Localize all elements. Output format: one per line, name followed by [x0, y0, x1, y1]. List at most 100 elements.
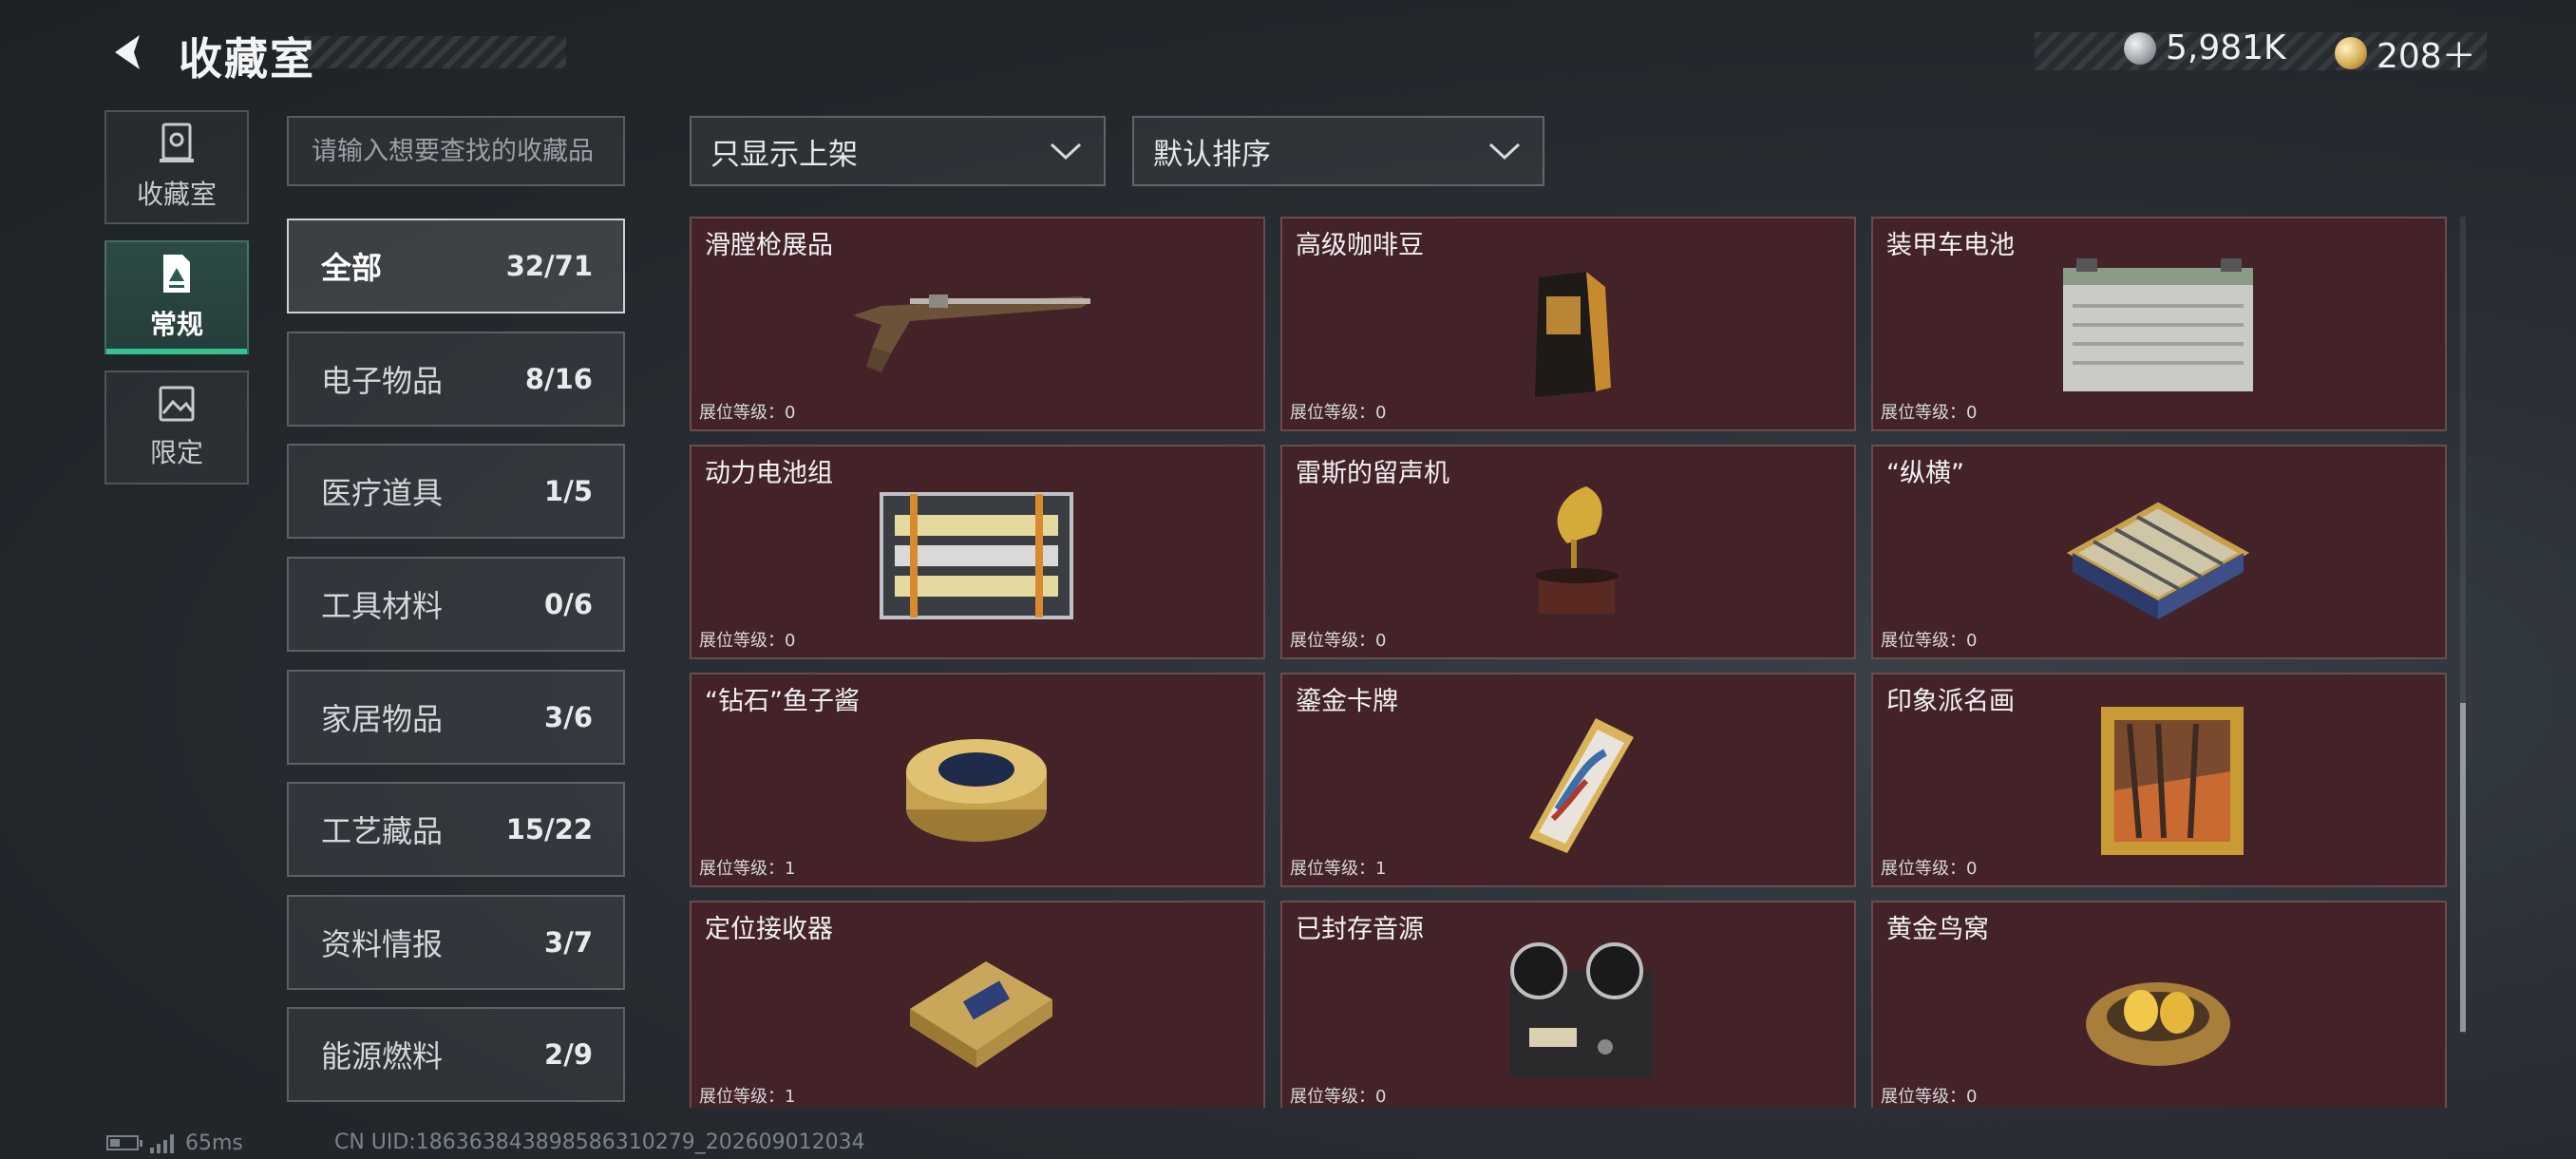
- item-name: “纵横”: [1886, 459, 1964, 488]
- category-count: 0/6: [544, 588, 593, 620]
- chevron-down-icon: [1050, 142, 1082, 161]
- category-electronics[interactable]: 电子物品 8/16: [287, 332, 625, 427]
- item-card[interactable]: 滑膛枪展品 展位等级：0: [690, 217, 1265, 431]
- item-level: 展位等级：0: [1290, 1087, 1387, 1107]
- item-card[interactable]: “钻石”鱼子酱 展位等级：1: [690, 673, 1265, 887]
- ping-value: 65ms: [185, 1130, 243, 1155]
- signal-icon: [150, 1132, 174, 1153]
- item-name: 动力电池组: [705, 459, 833, 488]
- category-count: 2/9: [544, 1038, 593, 1071]
- item-card[interactable]: 鎏金卡牌 展位等级：1: [1280, 673, 1856, 887]
- item-name: 装甲车电池: [1886, 231, 2015, 260]
- item-name: 定位接收器: [705, 915, 833, 944]
- title-stripe: [304, 36, 566, 68]
- item-name: 高级咖啡豆: [1296, 231, 1424, 260]
- item-level: 展位等级：1: [699, 1087, 796, 1107]
- category-label: 全部: [321, 250, 383, 286]
- item-card[interactable]: 黄金鸟窝 展位等级：0: [1871, 901, 2447, 1108]
- category-label: 医疗道具: [321, 475, 444, 511]
- item-card[interactable]: 印象派名画 展位等级：0: [1871, 673, 2447, 887]
- chevron-down-icon: [1488, 142, 1521, 161]
- category-household[interactable]: 家居物品 3/6: [287, 670, 625, 765]
- silver-coin-icon: [2124, 31, 2156, 65]
- item-card[interactable]: 雷斯的留声机 展位等级：0: [1280, 445, 1856, 659]
- collection-room-icon: [160, 123, 194, 162]
- category-label: 家居物品: [321, 701, 444, 737]
- gilded-card-icon: [1529, 718, 1634, 853]
- coffee-bag-icon: [1535, 272, 1611, 397]
- item-card[interactable]: 已封存音源 展位等级：0: [1280, 901, 1856, 1108]
- item-level: 展位等级：0: [1881, 403, 1978, 423]
- item-level: 展位等级：1: [699, 859, 796, 879]
- category-label: 资料情报: [321, 926, 444, 962]
- item-card[interactable]: 装甲车电池 展位等级：0: [1871, 217, 2447, 431]
- nav-limited[interactable]: 限定: [104, 370, 249, 484]
- item-level: 展位等级：1: [1290, 859, 1387, 879]
- item-level: 展位等级：0: [1881, 631, 1978, 651]
- item-name: 雷斯的留声机: [1296, 459, 1449, 488]
- filter-dropdown-value: 只显示上架: [710, 137, 858, 172]
- category-intel[interactable]: 资料情报 3/7: [287, 895, 625, 990]
- nav-active-indicator: [106, 349, 247, 354]
- item-name: 印象派名画: [1886, 687, 2015, 716]
- category-fuel[interactable]: 能源燃料 2/9: [287, 1007, 625, 1102]
- back-button[interactable]: [104, 28, 152, 76]
- category-count: 3/6: [544, 701, 593, 733]
- item-name: 滑膛枪展品: [705, 231, 833, 260]
- musket-icon: [853, 294, 1090, 372]
- search-input[interactable]: [287, 116, 625, 186]
- nav-limited-label: 限定: [149, 437, 203, 468]
- item-card[interactable]: 定位接收器 展位等级：1: [690, 901, 1265, 1108]
- regular-document-icon: [163, 255, 190, 293]
- nav-regular[interactable]: 常规: [104, 240, 249, 354]
- item-card[interactable]: 动力电池组 展位等级：0: [690, 445, 1265, 659]
- currency-silver-value: 5,981K: [2166, 28, 2286, 67]
- nav-regular-label: 常规: [149, 309, 203, 340]
- category-label: 工具材料: [321, 588, 444, 624]
- category-all[interactable]: 全部 32/71: [287, 218, 625, 314]
- item-level: 展位等级：0: [1881, 1087, 1978, 1107]
- category-tools[interactable]: 工具材料 0/6: [287, 557, 625, 652]
- category-count: 15/22: [505, 813, 593, 846]
- currency-gold-value: 208＋: [2377, 37, 2476, 76]
- chess-board-icon: [2066, 502, 2250, 619]
- battery-icon: [106, 1135, 142, 1150]
- item-name: “钻石”鱼子酱: [705, 687, 860, 716]
- item-level: 展位等级：0: [1881, 859, 1978, 879]
- filter-dropdown[interactable]: 只显示上架: [690, 116, 1106, 186]
- category-medical[interactable]: 医疗道具 1/5: [287, 444, 625, 539]
- item-level: 展位等级：0: [699, 403, 796, 423]
- grid-scrollbar-thumb[interactable]: [2460, 703, 2466, 1032]
- locator-receiver-icon: [910, 961, 1052, 1068]
- item-card[interactable]: “纵横” 展位等级：0: [1871, 445, 2447, 659]
- category-count: 32/71: [505, 250, 593, 282]
- category-label: 工艺藏品: [321, 813, 444, 849]
- golden-nest-icon: [2086, 982, 2230, 1066]
- item-name: 鎏金卡牌: [1296, 687, 1398, 716]
- nav-collection-label: 收藏室: [136, 179, 217, 210]
- battery-pack-icon: [880, 492, 1073, 619]
- item-level: 展位等级：0: [1290, 631, 1387, 651]
- sort-dropdown[interactable]: 默认排序: [1132, 116, 1544, 186]
- back-arrow-icon: [115, 35, 140, 69]
- item-level: 展位等级：0: [699, 631, 796, 651]
- item-card[interactable]: 高级咖啡豆 展位等级：0: [1280, 217, 1856, 431]
- category-label: 电子物品: [321, 363, 444, 399]
- gramophone-icon: [1535, 486, 1619, 614]
- vehicle-battery-icon: [2063, 258, 2253, 391]
- page-title: 收藏室: [179, 33, 315, 85]
- framed-painting-icon: [2101, 707, 2244, 855]
- gold-coin-icon: [2335, 37, 2367, 69]
- nav-collection-room[interactable]: 收藏室: [104, 110, 249, 224]
- category-crafts[interactable]: 工艺藏品 15/22: [287, 782, 625, 877]
- currency-silver[interactable]: 5,981K: [2124, 28, 2286, 67]
- item-name: 黄金鸟窝: [1886, 915, 1989, 944]
- sort-dropdown-value: 默认排序: [1153, 137, 1271, 172]
- category-label: 能源燃料: [321, 1038, 444, 1074]
- currency-gold[interactable]: 208＋: [2335, 28, 2476, 78]
- collectibles-grid[interactable]: 滑膛枪展品 展位等级：0 高级咖啡豆 展位等级：0 装甲车电池 展位等级：0 动: [688, 217, 2454, 1108]
- item-name: 已封存音源: [1296, 915, 1424, 944]
- item-level: 展位等级：0: [1290, 403, 1387, 423]
- status-footer: 65ms: [106, 1130, 243, 1155]
- caviar-tin-icon: [906, 739, 1047, 842]
